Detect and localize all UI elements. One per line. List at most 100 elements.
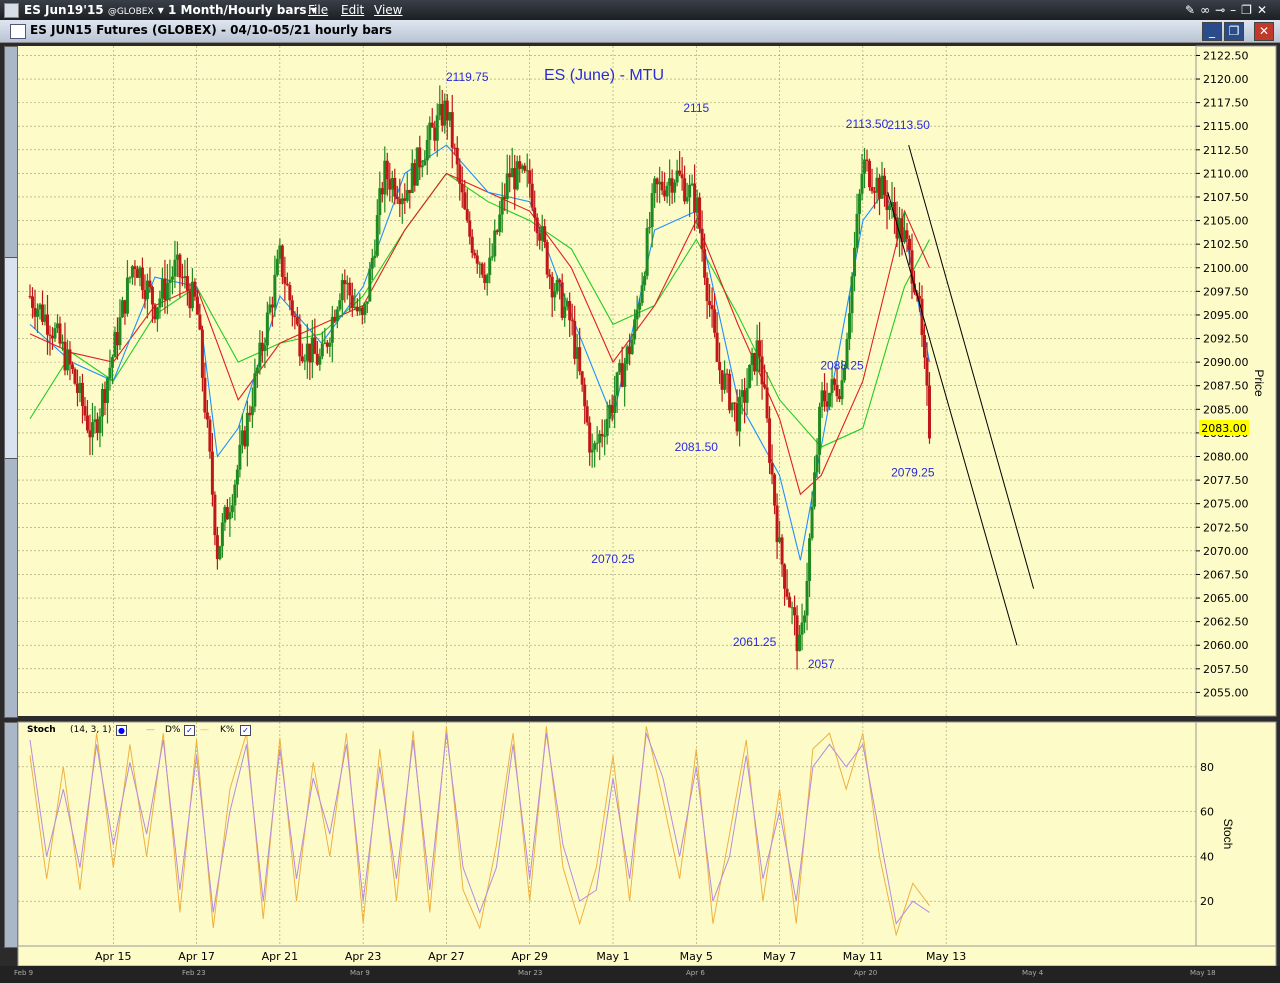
price-bar-body — [200, 329, 204, 378]
price-bar-body — [548, 274, 552, 277]
price-axis-title: Price — [1252, 369, 1266, 397]
stoch-d-label: D% — [165, 725, 181, 735]
price-bar-body — [393, 177, 397, 197]
price-bar-body — [285, 283, 289, 286]
price-bar-body — [530, 183, 534, 208]
stoch-tick-label: 40 — [1200, 850, 1214, 863]
price-bar-body — [105, 378, 109, 403]
price-bar-body — [635, 309, 639, 320]
chart-canvas[interactable]: 2119.75 2115 2113.50 2113.50 2088.25 2081.50 2… — [0, 0, 1280, 966]
price-bar-body — [745, 387, 749, 403]
price-bar-body — [73, 369, 77, 384]
price-bar-body — [800, 622, 804, 635]
price-bar-body — [233, 484, 237, 506]
price-bar-body — [680, 174, 684, 179]
price-bar-body — [338, 300, 342, 310]
price-bar-body — [865, 159, 869, 161]
price-bar-body — [118, 317, 122, 346]
price-tick-label: 2090.00 — [1203, 356, 1249, 369]
time-tick-label: Apr 21 — [262, 950, 299, 963]
price-pane[interactable] — [18, 46, 1196, 716]
price-bar-body — [505, 173, 509, 199]
stoch-name: Stoch — [27, 725, 56, 735]
price-bar-body — [80, 382, 84, 407]
price-bar-body — [368, 268, 372, 302]
price-bar-body — [793, 607, 797, 616]
price-bar-body — [645, 228, 649, 276]
price-bar-body — [870, 187, 874, 192]
price-bar-body — [703, 249, 707, 278]
price-bar-body — [765, 387, 769, 419]
stoch-settings-icon[interactable]: ● — [116, 725, 127, 736]
stoch-k-checkbox[interactable]: ✓ — [240, 725, 251, 736]
price-bar-body — [208, 419, 212, 452]
price-bar-body — [763, 384, 767, 388]
price-bar-body — [53, 328, 57, 339]
price-tick-label: 2095.00 — [1203, 309, 1249, 322]
price-bar-body — [760, 356, 764, 385]
price-bar-body — [435, 115, 439, 141]
price-tick-label: 2117.50 — [1203, 97, 1249, 110]
price-bar-body — [458, 164, 462, 184]
price-bar-body — [205, 412, 209, 420]
time-tick-label: Apr 27 — [428, 950, 465, 963]
price-bar-body — [255, 367, 259, 374]
stoch-tick-label: 20 — [1200, 895, 1214, 908]
price-bar-body — [883, 175, 887, 195]
price-bar-body — [815, 454, 819, 473]
price-bar-body — [173, 259, 177, 277]
price-bar-body — [788, 596, 792, 608]
price-bar-body — [588, 422, 592, 453]
price-bar-body — [298, 324, 302, 357]
price-bar-body — [738, 396, 742, 432]
price-bar-body — [170, 276, 174, 280]
price-bar-body — [35, 309, 39, 317]
stoch-axis[interactable] — [1195, 721, 1277, 947]
price-bar-body — [583, 384, 587, 407]
price-bar-body — [263, 345, 267, 351]
stoch-d-checkbox[interactable]: ✓ — [184, 725, 195, 736]
price-bar-body — [678, 170, 682, 175]
stoch-tick-label: 60 — [1200, 806, 1214, 819]
price-bar-body — [558, 279, 562, 283]
price-bar-body — [203, 377, 207, 413]
price-bar-body — [723, 373, 727, 390]
price-bar-body — [468, 220, 472, 237]
timeline-label: Feb 23 — [182, 969, 206, 977]
price-tick-label: 2077.50 — [1203, 474, 1249, 487]
price-bar-body — [140, 267, 144, 291]
price-annotation: 2113.50 — [887, 118, 930, 132]
price-annotation: 2088.25 — [820, 359, 864, 373]
price-bar-body — [860, 173, 864, 194]
timeline-label: Apr 20 — [854, 969, 878, 977]
price-bar-body — [808, 538, 812, 581]
price-bar-body — [418, 147, 422, 168]
price-bar-body — [148, 280, 152, 288]
price-bar-body — [805, 580, 809, 616]
last-price-label: 2083.00 — [1201, 422, 1247, 435]
price-bar-body — [578, 347, 582, 372]
price-bar-body — [773, 474, 777, 506]
price-bar-body — [713, 309, 717, 333]
price-bar-body — [748, 364, 752, 388]
price-bar-body — [425, 139, 429, 161]
price-bar-body — [630, 339, 634, 354]
price-bar-body — [365, 301, 369, 304]
timeline-navigator[interactable]: Feb 9 Feb 23 Mar 9 Mar 23 Apr 6 Apr 20 May 4 Ma… — [0, 966, 1280, 983]
price-bar-body — [705, 277, 709, 302]
price-tick-label: 2112.50 — [1203, 144, 1249, 157]
price-bar-body — [633, 319, 637, 340]
price-bar-body — [275, 258, 279, 275]
price-bar-body — [775, 505, 779, 543]
price-annotation: 2057 — [808, 657, 835, 671]
price-bar-body — [250, 406, 254, 416]
price-bar-body — [303, 360, 307, 362]
price-bar-body — [210, 451, 214, 495]
price-bar-body — [328, 342, 332, 347]
price-tick-label: 2107.50 — [1203, 191, 1249, 204]
price-tick-label: 2055.00 — [1203, 686, 1249, 699]
price-bar-body — [293, 315, 297, 318]
price-bar-body — [840, 380, 844, 400]
price-bar-body — [70, 364, 74, 370]
price-bar-body — [650, 193, 654, 228]
